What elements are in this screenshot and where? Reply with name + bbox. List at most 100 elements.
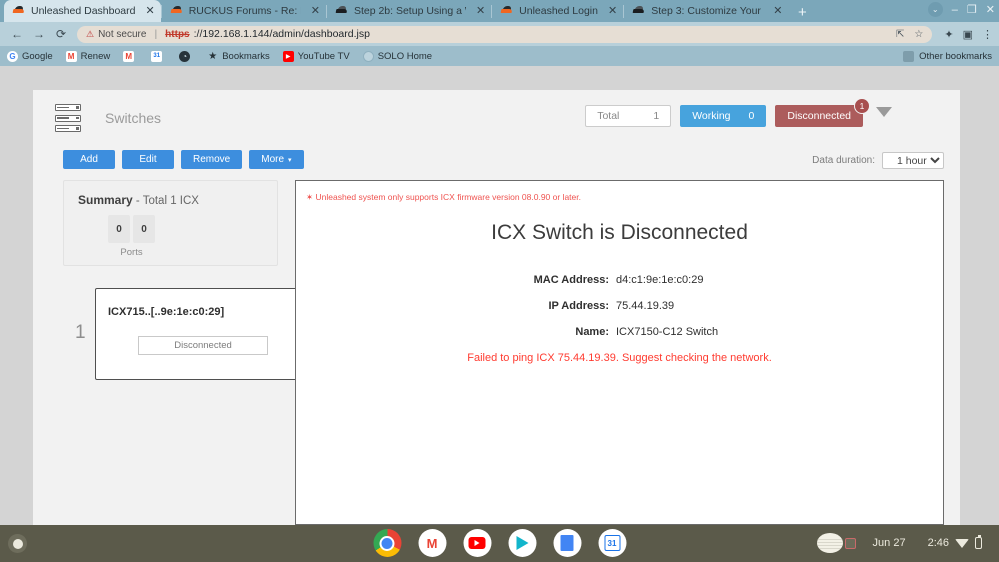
tab-title: Step 2b: Setup Using a Web Brow (353, 5, 466, 17)
bookmark-calendar[interactable]: 31 (151, 50, 166, 62)
status-pill-working[interactable]: Working 0 (680, 105, 767, 127)
firmware-note: ✶ Unleashed system only supports ICX fir… (306, 192, 581, 202)
remove-button[interactable]: Remove (181, 150, 243, 169)
filter-caret-icon[interactable] (876, 107, 892, 117)
ruckus-dark-favicon (335, 5, 348, 17)
tab-title: Unleashed Dashboard (31, 5, 136, 17)
calendar-app-icon[interactable]: 31 (598, 529, 626, 557)
ruckus-favicon (500, 5, 513, 17)
side-panel-icon[interactable]: ▣ (963, 28, 973, 41)
bookmark-google[interactable]: G Google (7, 50, 53, 62)
bookmark-globe[interactable]: ◔ (179, 50, 194, 62)
close-icon[interactable]: ✕ (773, 5, 782, 17)
switch-index: 1 (75, 322, 86, 343)
ruckus-favicon (170, 5, 183, 17)
browser-toolbar-actions: ✦ ▣ ⋮ (937, 28, 993, 41)
browser-tab-3[interactable]: Unleashed Login ✕ (492, 0, 623, 22)
shelf-status-area: Jun 27 2:46 (806, 529, 993, 557)
minimize-icon[interactable]: – (952, 4, 958, 16)
star-icon: ★ (208, 50, 218, 62)
bookmark-bookmarks-folder[interactable]: ★ Bookmarks (207, 51, 270, 62)
avatar[interactable] (806, 529, 862, 557)
browser-tab-2[interactable]: Step 2b: Setup Using a Web Brow ✕ (327, 0, 491, 22)
browser-tab-1[interactable]: RUCKUS Forums - Re: Heartbeat ✕ (162, 0, 326, 22)
field-label: Name: (575, 326, 609, 338)
chrome-app-icon[interactable] (373, 529, 401, 557)
gmail-icon: M (123, 50, 135, 62)
page-scrollbar-region[interactable] (960, 66, 999, 525)
data-duration-control: Data duration: 1 hour (812, 152, 944, 169)
bookmark-label: SOLO Home (377, 50, 433, 62)
other-bookmarks-label: Other bookmarks (919, 50, 992, 62)
bookmark-renew[interactable]: M Renew (65, 50, 110, 62)
chromeos-shelf: M 31 Jun 27 2:46 (0, 525, 999, 562)
field-label: MAC Address: (533, 274, 609, 286)
launcher-button[interactable] (8, 534, 27, 553)
calendar-glyph: 31 (604, 535, 620, 551)
close-icon[interactable]: ✕ (608, 5, 617, 17)
system-tray[interactable]: 2:46 (917, 529, 993, 557)
globe-icon: ◔ (179, 50, 191, 62)
more-label: More (261, 154, 285, 165)
add-button[interactable]: Add (63, 150, 115, 169)
other-bookmarks-button[interactable]: Other bookmarks (903, 50, 992, 62)
bookmark-gmail[interactable]: M (123, 50, 138, 62)
play-store-app-icon[interactable] (508, 529, 536, 557)
more-button[interactable]: More ▾ (249, 150, 304, 169)
chevron-down-icon[interactable]: ⌄ (927, 2, 943, 17)
url-scheme: https (165, 28, 190, 40)
forward-icon[interactable]: → (28, 24, 50, 44)
status-pill-group: Total 1 Working 0 Disconnected 1 (585, 98, 892, 127)
bookmark-label: YouTube TV (297, 50, 350, 62)
google-icon: G (7, 50, 18, 62)
browser-tab-0[interactable]: Unleashed Dashboard ✕ (4, 0, 161, 22)
bookmark-label: Google (22, 50, 53, 62)
gmail-app-icon[interactable]: M (418, 529, 446, 557)
browser-tab-4[interactable]: Step 3: Customize Your Wireless ✕ (624, 0, 788, 22)
youtube-icon: ▶ (282, 50, 294, 62)
list-item: 1 ICX715..[..9e:1e:c0:29] Disconnected (63, 288, 326, 380)
status-pill-disconnected[interactable]: Disconnected 1 (775, 98, 870, 127)
url-path: ://192.168.1.144/admin/dashboard.jsp (193, 28, 370, 40)
reload-icon[interactable]: ⟳ (50, 24, 72, 44)
summary-title-rest: - Total 1 ICX (132, 195, 199, 207)
close-window-icon[interactable]: ✕ (986, 3, 995, 16)
close-icon[interactable]: ✕ (146, 5, 155, 17)
close-icon[interactable]: ✕ (476, 5, 485, 17)
bookmark-solo-home[interactable]: SOLO Home (362, 50, 433, 62)
ping-error-message: Failed to ping ICX 75.44.19.39. Suggest … (467, 352, 772, 364)
close-icon[interactable]: ✕ (311, 5, 320, 17)
switch-stack-icon (55, 104, 81, 132)
folder-icon (903, 50, 915, 62)
status-pill-total[interactable]: Total 1 (585, 105, 672, 127)
browser-menu-icon[interactable]: ⋮ (982, 28, 993, 41)
edit-button[interactable]: Edit (122, 150, 174, 169)
port-count-box: 0 (108, 215, 130, 243)
gmail-icon: M (65, 50, 77, 62)
status-badge: 1 (854, 98, 870, 114)
switch-name: ICX715..[..9e:1e:c0:29] (108, 306, 225, 318)
browser-window: Unleashed Dashboard ✕ RUCKUS Forums - Re… (0, 0, 999, 525)
switch-status: Disconnected (138, 336, 268, 355)
youtube-app-icon[interactable] (463, 529, 491, 557)
ruckus-favicon (12, 5, 25, 17)
switch-card[interactable]: ICX715..[..9e:1e:c0:29] Disconnected (95, 288, 309, 380)
security-status[interactable]: Not secure (98, 29, 146, 40)
ruckus-dark-favicon (632, 5, 645, 17)
maximize-icon[interactable]: ❐ (967, 3, 977, 16)
address-bar[interactable]: ⚠ Not secure | https ://192.168.1.144/ad… (77, 25, 933, 43)
date-display[interactable]: Jun 27 (862, 529, 917, 557)
pill-label: Disconnected (787, 110, 851, 122)
bookmark-star-icon[interactable]: ☆ (914, 29, 923, 40)
extensions-icon[interactable]: ✦ (944, 28, 953, 41)
share-icon[interactable]: ⇱ (896, 29, 904, 40)
clock-display: 2:46 (927, 537, 949, 549)
data-duration-select[interactable]: 1 hour (882, 152, 944, 169)
summary-card: Summary - Total 1 ICX 0 0 Ports (63, 180, 278, 266)
page-title: Switches (105, 110, 162, 126)
battery-icon (975, 535, 982, 549)
back-icon[interactable]: ← (6, 24, 28, 44)
bookmark-youtube-tv[interactable]: ▶ YouTube TV (282, 50, 350, 62)
docs-app-icon[interactable] (553, 529, 581, 557)
new-tab-button[interactable]: + (791, 3, 813, 22)
